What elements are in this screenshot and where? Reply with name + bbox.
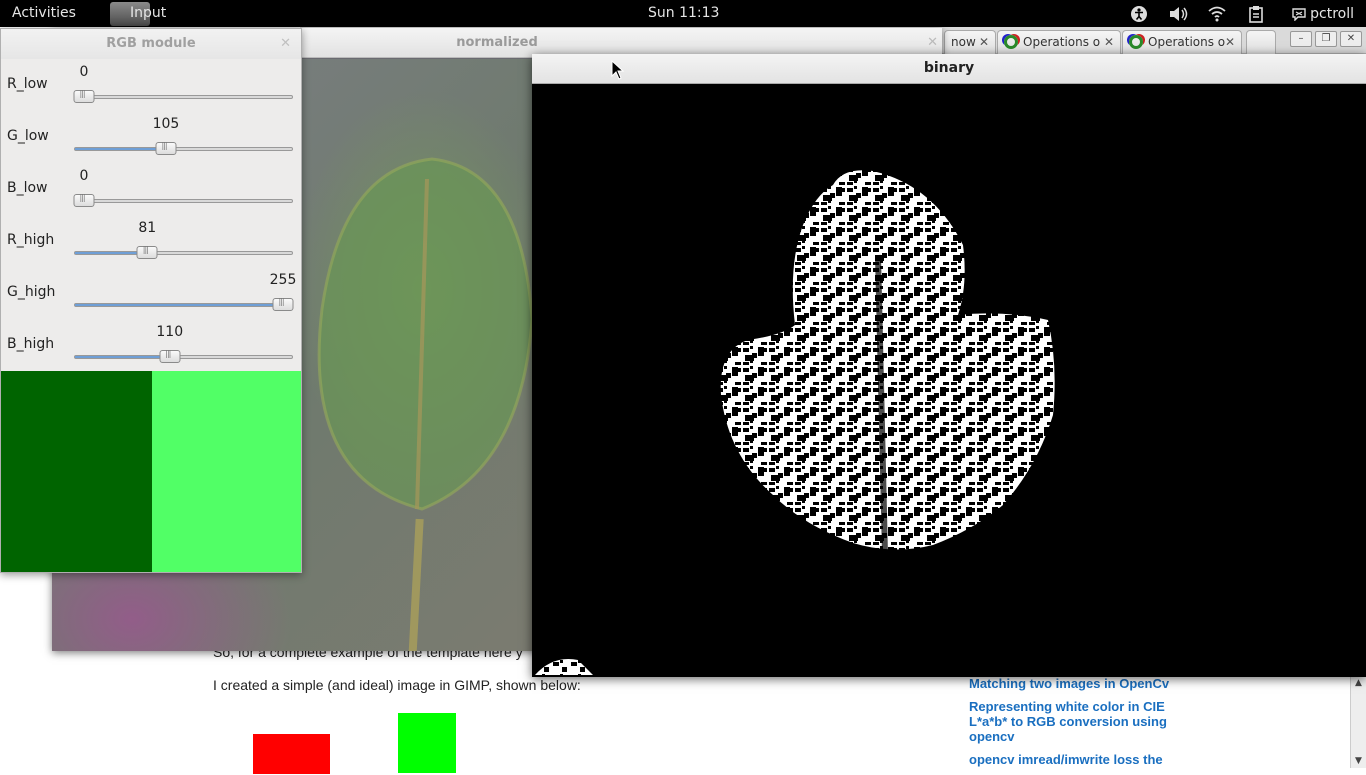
chat-status-icon (1292, 7, 1306, 21)
activities-button[interactable]: Activities (12, 5, 76, 21)
slider-track[interactable] (74, 199, 293, 203)
tab-label: Operations o (1023, 35, 1101, 49)
window-title: normalized (456, 35, 538, 50)
close-icon[interactable]: ✕ (280, 29, 291, 59)
close-icon[interactable]: ✕ (1104, 35, 1114, 49)
slider-handle[interactable] (272, 297, 294, 311)
mouse-cursor-icon (611, 60, 625, 80)
opencv-icon (1129, 35, 1143, 49)
accessibility-icon[interactable] (1129, 5, 1149, 23)
new-tab-button[interactable] (1246, 30, 1276, 54)
volume-icon[interactable] (1168, 5, 1188, 23)
slider-track[interactable] (74, 355, 293, 359)
minimize-icon[interactable]: – (1290, 31, 1312, 47)
browser-tab[interactable]: Operations o ✕ (1122, 30, 1242, 54)
slider-row-r-low: R_low 0 (1, 59, 301, 111)
clipboard-icon[interactable] (1246, 5, 1266, 23)
browser-tab[interactable]: Operations o ✕ (997, 30, 1121, 54)
page-scrollbar[interactable]: ▲ ▼ (1350, 676, 1366, 768)
slider-handle[interactable] (159, 349, 181, 363)
user-name: pctroll (1310, 5, 1354, 22)
scroll-down-icon[interactable]: ▼ (1353, 756, 1364, 766)
browser-tab[interactable]: now ✕ (944, 30, 996, 54)
page-paragraph: I created a simple (and ideal) image in … (213, 677, 581, 693)
close-icon[interactable]: ✕ (979, 35, 989, 49)
slider-row-g-low: G_low 105 (1, 111, 301, 163)
close-icon[interactable]: ✕ (1225, 35, 1235, 49)
scroll-up-icon[interactable]: ▲ (1353, 678, 1364, 688)
slider-value: 255 (269, 272, 297, 288)
slider-row-b-low: B_low 0 (1, 163, 301, 215)
app-menu-label: Input (130, 5, 167, 21)
slider-value: 81 (138, 220, 157, 236)
maximize-icon[interactable]: ❐ (1315, 31, 1337, 47)
example-red-image (253, 734, 330, 774)
slider-label: G_high (7, 284, 56, 300)
binary-mask-image (533, 85, 1366, 677)
example-green-image (398, 713, 456, 773)
tab-label: Operations o (1148, 35, 1226, 49)
binary-window: binary (532, 54, 1366, 677)
slider-handle[interactable] (155, 141, 177, 155)
slider-value: 105 (152, 116, 180, 132)
slider-label: B_high (7, 336, 55, 352)
slider-label: R_low (7, 76, 48, 92)
related-link[interactable]: Representing white color in CIE L*a*b* t… (969, 699, 1179, 744)
binary-leaf-mask (535, 170, 1055, 675)
slider-track[interactable] (74, 303, 293, 307)
slider-fill (75, 304, 284, 306)
opencv-icon (1004, 35, 1018, 49)
user-menu[interactable]: pctroll (1292, 6, 1354, 22)
slider-label: R_high (7, 232, 55, 248)
window-titlebar[interactable]: RGB module ✕ (1, 29, 301, 59)
slider-row-g-high: G_high 255 (1, 267, 301, 319)
window-title: RGB module (106, 36, 196, 51)
slider-value: 110 (156, 324, 184, 340)
slider-row-b-high: B_high 110 (1, 319, 301, 371)
slider-fill (75, 148, 167, 150)
slider-row-r-high: R_high 81 (1, 215, 301, 267)
app-menu[interactable]: Input (108, 0, 174, 27)
color-swatches (1, 371, 301, 572)
high-color-swatch (152, 371, 301, 572)
slider-track[interactable] (74, 95, 293, 99)
window-titlebar[interactable]: binary (532, 54, 1366, 84)
slider-handle[interactable] (136, 245, 158, 259)
tab-label: now (951, 35, 976, 49)
slider-panel: R_low 0 G_low 105 B_low 0 R_high 81 G_high 255 B_h… (1, 59, 301, 371)
slider-value: 0 (79, 64, 89, 80)
slider-label: G_low (7, 128, 49, 144)
window-title: binary (923, 60, 975, 76)
browser-window-controls: – ❐ ✕ (1290, 31, 1362, 47)
slider-fill (75, 356, 171, 358)
low-color-swatch (1, 371, 152, 572)
close-icon[interactable]: ✕ (1340, 31, 1362, 47)
slider-handle[interactable] (73, 193, 95, 207)
wifi-icon[interactable] (1207, 5, 1227, 23)
rgb-module-window: RGB module ✕ R_low 0 G_low 105 B_low 0 R_high 8… (0, 28, 302, 573)
top-panel: Activities Input Sun 11:13 pctroll (0, 0, 1366, 27)
slider-track[interactable] (74, 251, 293, 255)
clock[interactable]: Sun 11:13 (648, 5, 719, 21)
slider-label: B_low (7, 180, 48, 196)
slider-handle[interactable] (73, 89, 95, 103)
related-link[interactable]: opencv imread/imwrite loss the (969, 752, 1179, 767)
system-tray: pctroll (1110, 0, 1366, 27)
slider-track[interactable] (74, 147, 293, 151)
related-links: Matching two images in OpenCv Representi… (969, 676, 1179, 775)
slider-value: 0 (79, 168, 89, 184)
related-link[interactable]: Matching two images in OpenCv (969, 676, 1179, 691)
